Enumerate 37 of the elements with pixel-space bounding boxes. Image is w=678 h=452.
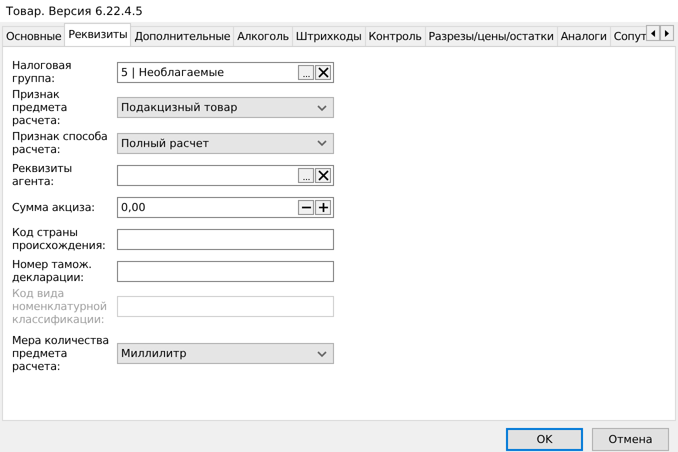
clear-button[interactable] [315,168,331,182]
input-field[interactable]: 0,00 [117,196,334,218]
field-label: Признак способа расчета: [12,130,109,156]
scroll-left-button[interactable] [646,25,660,41]
dialog-button[interactable]: OK [506,428,583,451]
triangle-right-icon [665,30,669,36]
field-label: Номер тамож. декларации: [12,258,93,284]
tab[interactable]: Основные [2,26,66,46]
tab[interactable]: Реквизиты [64,23,132,46]
chevron-down-icon [317,350,327,356]
dropdown[interactable]: Миллилитр [117,343,334,364]
input-field[interactable] [117,228,334,250]
input-field[interactable] [117,260,334,282]
triangle-left-icon [651,30,655,36]
field-label: Сумма акциза: [12,200,96,214]
dialog-button[interactable]: Отмена [592,428,669,451]
plus-icon [318,202,328,212]
close-icon [318,66,328,78]
decrement-button[interactable] [298,200,314,214]
close-icon [318,170,328,180]
input-field[interactable]: 5 | Необлагаемые [117,62,334,82]
dropdown[interactable]: Подакцизный товар [117,97,334,118]
input-field[interactable] [117,164,334,186]
field-label: Код страны происхождения: [12,226,106,252]
scroll-right-button[interactable] [660,25,674,41]
chevron-down-icon [317,140,327,146]
clear-button[interactable] [315,64,331,80]
chevron-down-icon [317,104,327,110]
field-label: Реквизиты агента: [12,162,73,188]
window-title: Товар. Версия 6.22.4.5 [0,0,678,22]
input-field[interactable] [117,296,334,317]
field-label: Признак предмета расчета: [12,88,68,127]
increment-button[interactable] [315,200,331,214]
field-label: Код вида номенклатурной классификации: [12,287,108,326]
field-label: Налоговая группа: [12,59,72,85]
field-label: Мера количества предмета расчета: [12,334,110,373]
dropdown[interactable]: Полный расчет [117,132,334,154]
